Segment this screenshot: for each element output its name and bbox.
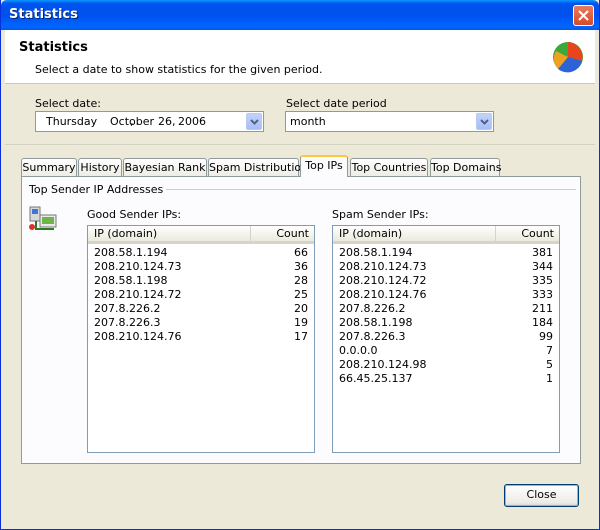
ip-cell: 208.210.124.76 (339, 288, 427, 301)
count-cell: 17 (294, 330, 308, 343)
spam-ips-list[interactable]: IP (domain) Count 208.58.1.194 381 208.210… (332, 225, 560, 453)
ip-cell: 207.8.226.2 (339, 302, 406, 315)
table-row[interactable]: 208.210.124.73 344 (333, 260, 559, 274)
date-dropdown-button[interactable] (246, 113, 262, 130)
table-row[interactable]: 208.58.1.194 381 (333, 246, 559, 260)
tab-top-countries[interactable]: Top Countries (350, 158, 428, 177)
select-date-label: Select date: (35, 97, 101, 110)
tab-top-domains[interactable]: Top Domains (430, 158, 501, 177)
table-row[interactable]: 207.8.226.2 211 (333, 302, 559, 316)
count-cell: 66 (294, 246, 308, 259)
tab-bayesian-rank[interactable]: Bayesian Rank (123, 158, 207, 177)
date-picker[interactable]: Thursday , October 26, 2006 (35, 111, 264, 132)
ip-cell: 208.58.1.194 (339, 246, 413, 259)
window-title: Statistics (9, 7, 78, 22)
period-select[interactable]: month (285, 111, 494, 132)
ip-cell: 208.210.124.98 (339, 358, 427, 371)
count-cell: 211 (532, 302, 553, 315)
table-row[interactable]: 208.210.124.76 17 (88, 330, 314, 344)
table-row[interactable]: 208.210.124.98 5 (333, 358, 559, 372)
count-cell: 344 (532, 260, 553, 273)
ip-cell: 208.58.1.198 (339, 316, 413, 329)
select-period-label: Select date period (286, 97, 387, 110)
ip-cell: 208.210.124.76 (94, 330, 182, 343)
spam-ips-label: Spam Sender IPs: (332, 208, 429, 221)
statistics-window: Statistics Statistics Select a date to s… (0, 0, 600, 530)
table-row[interactable]: 207.8.226.3 19 (88, 316, 314, 330)
close-button[interactable]: Close (504, 484, 579, 507)
table-row[interactable]: 0.0.0.0 7 (333, 344, 559, 358)
date-weekday: Thursday (46, 115, 98, 128)
good-ips-rows: 208.58.1.194 66 208.210.124.73 36 208.58.1.1… (88, 246, 314, 344)
group-divider (150, 189, 576, 190)
column-ip-domain[interactable]: IP (domain) (88, 226, 251, 241)
ip-cell: 207.8.226.2 (94, 302, 161, 315)
count-cell: 333 (532, 288, 553, 301)
tab-history[interactable]: History (78, 158, 122, 177)
good-ips-header: IP (domain) Count (88, 226, 314, 244)
table-row[interactable]: 207.8.226.3 99 (333, 330, 559, 344)
top-ips-panel: Top Sender IP Addresses Good Sender IPs:… (21, 176, 581, 464)
table-row[interactable]: 208.58.1.198 28 (88, 274, 314, 288)
ip-cell: 0.0.0.0 (339, 344, 378, 357)
window-close-button[interactable] (573, 5, 594, 26)
good-ips-list[interactable]: IP (domain) Count 208.58.1.194 66 208.210.… (87, 225, 315, 453)
count-cell: 1 (546, 372, 553, 385)
ip-cell: 208.210.124.72 (339, 274, 427, 287)
spam-ips-header: IP (domain) Count (333, 226, 559, 244)
column-count[interactable]: Count (496, 226, 558, 241)
column-count[interactable]: Count (251, 226, 313, 241)
table-row[interactable]: 208.58.1.194 66 (88, 246, 314, 260)
ip-cell: 208.210.124.73 (94, 260, 182, 273)
count-cell: 36 (294, 260, 308, 273)
ip-cell: 208.210.124.72 (94, 288, 182, 301)
group-title: Top Sender IP Addresses (29, 183, 167, 196)
table-row[interactable]: 208.58.1.198 184 (333, 316, 559, 330)
table-row[interactable]: 207.8.226.2 20 (88, 302, 314, 316)
ip-cell: 207.8.226.3 (339, 330, 406, 343)
ip-cell: 208.58.1.198 (94, 274, 168, 287)
table-row[interactable]: 66.45.25.137 1 (333, 372, 559, 386)
count-cell: 184 (532, 316, 553, 329)
date-year: 2006 (178, 115, 206, 128)
count-cell: 5 (546, 358, 553, 371)
header-panel: Statistics Select a date to show statist… (5, 30, 595, 84)
count-cell: 7 (546, 344, 553, 357)
header-subtitle: Select a date to show statistics for the… (35, 63, 323, 76)
ip-cell: 208.58.1.194 (94, 246, 168, 259)
column-ip-domain[interactable]: IP (domain) (333, 226, 496, 241)
ip-cell: 66.45.25.137 (339, 372, 413, 385)
good-ips-label: Good Sender IPs: (87, 208, 182, 221)
count-cell: 28 (294, 274, 308, 287)
table-row[interactable]: 208.210.124.72 25 (88, 288, 314, 302)
count-cell: 20 (294, 302, 308, 315)
date-day: 26, (158, 115, 176, 128)
period-value: month (290, 115, 326, 128)
tab-summary[interactable]: Summary (21, 158, 77, 177)
date-month: October (110, 115, 155, 128)
period-dropdown-button[interactable] (476, 113, 492, 130)
pie-chart-icon (550, 39, 586, 78)
table-row[interactable]: 208.210.124.73 36 (88, 260, 314, 274)
table-row[interactable]: 208.210.124.72 335 (333, 274, 559, 288)
ip-cell: 207.8.226.3 (94, 316, 161, 329)
title-bar[interactable]: Statistics (1, 0, 599, 30)
count-cell: 335 (532, 274, 553, 287)
tab-top-ips[interactable]: Top IPs (300, 155, 348, 177)
count-cell: 25 (294, 288, 308, 301)
table-row[interactable]: 208.210.124.76 333 (333, 288, 559, 302)
ip-cell: 208.210.124.73 (339, 260, 427, 273)
network-computers-icon (28, 203, 60, 236)
tab-spam-distribution[interactable]: Spam Distribution (208, 158, 308, 177)
count-cell: 99 (539, 330, 553, 343)
spam-ips-rows: 208.58.1.194 381 208.210.124.73 344 208.210.… (333, 246, 559, 386)
count-cell: 381 (532, 246, 553, 259)
separator (5, 144, 595, 145)
header-title: Statistics (19, 40, 88, 55)
count-cell: 19 (294, 316, 308, 329)
